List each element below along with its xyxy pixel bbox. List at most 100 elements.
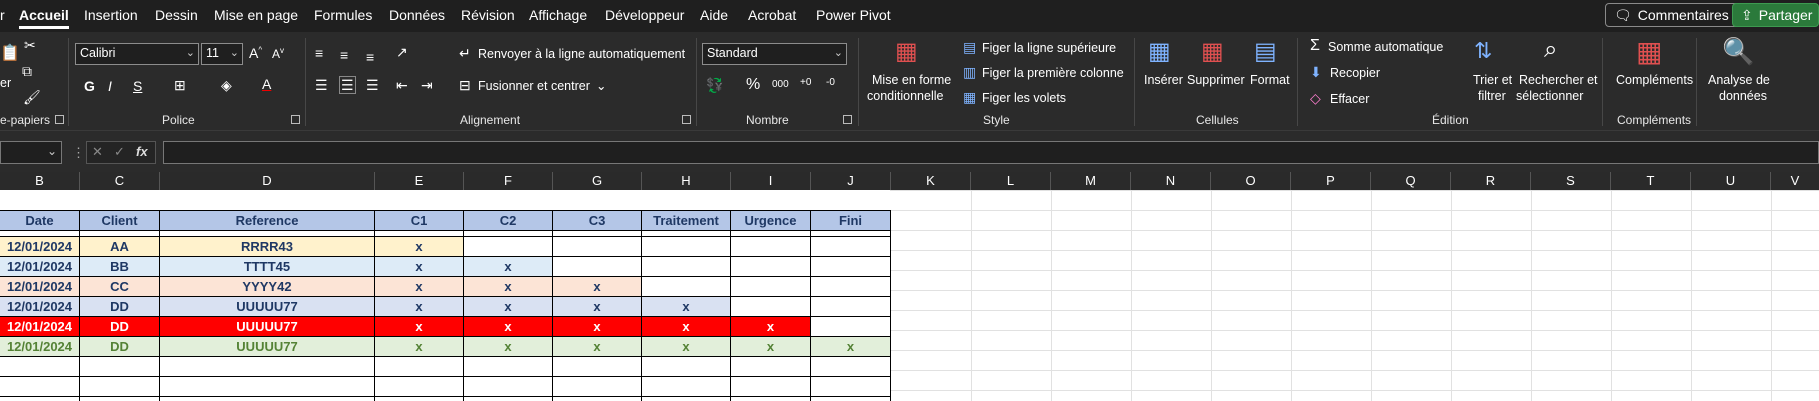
empty-cell[interactable] — [160, 357, 375, 377]
column-header-i[interactable]: I — [731, 172, 811, 190]
table-cell[interactable] — [464, 237, 553, 257]
table-cell[interactable]: x — [553, 317, 642, 337]
fill-color-icon[interactable]: ◈ — [221, 78, 232, 92]
column-header-m[interactable]: M — [1051, 172, 1131, 190]
insert-cells-button[interactable]: Insérer — [1144, 73, 1183, 87]
formula-bar-handle-icon[interactable]: ⋮ — [72, 145, 85, 161]
empty-cell[interactable] — [464, 357, 553, 377]
empty-cell[interactable] — [375, 377, 464, 397]
empty-cell[interactable] — [731, 397, 811, 401]
table-cell[interactable] — [553, 237, 642, 257]
empty-cell[interactable] — [80, 357, 160, 377]
column-header-q[interactable]: Q — [1371, 172, 1451, 190]
table-cell[interactable] — [811, 297, 891, 317]
decrease-font-icon[interactable]: Av — [272, 47, 284, 61]
insert-function-icon[interactable]: fx — [136, 144, 148, 159]
table-cell[interactable]: 12/01/2024 — [0, 317, 80, 337]
clear-button[interactable]: Effacer — [1330, 92, 1369, 106]
empty-cell[interactable] — [553, 377, 642, 397]
table-header-cell[interactable]: Urgence — [731, 210, 811, 231]
align-right-icon[interactable]: ☰ — [366, 78, 379, 92]
table-cell[interactable]: UUUUU77 — [160, 297, 375, 317]
table-cell[interactable] — [811, 317, 891, 337]
data-analysis-label-1[interactable]: Analyse de — [1708, 73, 1770, 87]
conditional-formatting-icon[interactable]: ▦ — [895, 40, 918, 64]
table-cell[interactable]: x — [464, 317, 553, 337]
column-header-s[interactable]: S — [1531, 172, 1611, 190]
table-header-cell[interactable]: C2 — [464, 210, 553, 231]
tab-insertion[interactable]: Insertion — [84, 7, 138, 23]
table-cell[interactable]: 12/01/2024 — [0, 337, 80, 357]
empty-cell[interactable] — [731, 377, 811, 397]
freeze-panes-icon[interactable]: ▦ — [963, 90, 976, 104]
table-cell[interactable]: x — [464, 337, 553, 357]
table-cell[interactable]: AA — [80, 237, 160, 257]
table-cell[interactable] — [731, 237, 811, 257]
find-select-label-1[interactable]: Rechercher et — [1519, 73, 1598, 87]
empty-cell[interactable] — [80, 377, 160, 397]
copy-icon[interactable]: ⧉ — [22, 64, 32, 78]
empty-cell[interactable] — [731, 357, 811, 377]
table-cell[interactable] — [731, 297, 811, 317]
table-cell[interactable]: 12/01/2024 — [0, 237, 80, 257]
decrease-decimal-icon[interactable]: -0 — [826, 78, 835, 88]
table-cell[interactable] — [553, 257, 642, 277]
tab-developpeur[interactable]: Développeur — [605, 7, 684, 23]
column-header-h[interactable]: H — [642, 172, 731, 190]
autosum-button[interactable]: Somme automatique — [1328, 40, 1443, 54]
table-cell[interactable]: DD — [80, 317, 160, 337]
table-cell[interactable]: YYYY42 — [160, 277, 375, 297]
table-header-cell[interactable]: C1 — [375, 210, 464, 231]
align-center-icon[interactable]: ☰ — [339, 76, 356, 94]
tab-power-pivot[interactable]: Power Pivot — [816, 7, 891, 23]
freeze-first-column-button[interactable]: Figer la première colonne — [982, 66, 1124, 80]
table-header-cell[interactable]: Reference — [160, 210, 375, 231]
sort-filter-label-2[interactable]: filtrer — [1478, 89, 1506, 103]
column-header-o[interactable]: O — [1211, 172, 1291, 190]
column-header-c[interactable]: C — [80, 172, 160, 190]
tab-mise-en-page[interactable]: Mise en page — [214, 7, 298, 23]
find-select-icon[interactable]: ⌕ — [1544, 38, 1557, 62]
percent-icon[interactable]: % — [746, 77, 760, 93]
delete-cells-button[interactable]: Supprimer — [1187, 73, 1245, 87]
table-cell[interactable]: x — [642, 297, 731, 317]
align-bottom-icon[interactable]: ≡ — [366, 50, 374, 64]
delete-cells-icon[interactable]: ▦ — [1201, 40, 1224, 64]
freeze-panes-button[interactable]: Figer les volets — [982, 91, 1066, 105]
share-button[interactable]: ⇪ Partager — [1732, 3, 1819, 27]
column-header-u[interactable]: U — [1691, 172, 1771, 190]
table-cell[interactable]: BB — [80, 257, 160, 277]
empty-cell[interactable] — [553, 397, 642, 401]
column-header-b[interactable]: B — [0, 172, 80, 190]
increase-font-icon[interactable]: A^ — [249, 46, 262, 60]
empty-cell[interactable] — [160, 397, 375, 401]
table-cell[interactable]: x — [642, 317, 731, 337]
table-cell[interactable]: x — [731, 317, 811, 337]
format-cells-icon[interactable]: ▤ — [1254, 40, 1277, 64]
table-cell[interactable]: x — [642, 337, 731, 357]
font-color-icon[interactable]: A — [262, 77, 271, 91]
number-launcher-icon[interactable] — [843, 115, 852, 124]
table-cell[interactable]: x — [731, 337, 811, 357]
column-header-r[interactable]: R — [1451, 172, 1531, 190]
empty-cell[interactable] — [464, 377, 553, 397]
orientation-icon[interactable]: ↗ — [396, 45, 408, 59]
comments-button[interactable]: 🗨 Commentaires — [1605, 3, 1750, 27]
empty-cell[interactable] — [0, 357, 80, 377]
sort-filter-label-1[interactable]: Trier et — [1473, 73, 1512, 87]
name-box[interactable]: ⌄ — [0, 141, 62, 164]
column-header-p[interactable]: P — [1291, 172, 1371, 190]
table-header-cell[interactable]: Client — [80, 210, 160, 231]
table-cell[interactable]: 12/01/2024 — [0, 277, 80, 297]
table-cell[interactable]: x — [553, 277, 642, 297]
table-cell[interactable]: x — [375, 257, 464, 277]
format-painter-icon[interactable]: 🖌 — [23, 90, 41, 104]
table-cell[interactable] — [642, 277, 731, 297]
table-cell[interactable]: UUUUU77 — [160, 337, 375, 357]
empty-cell[interactable] — [375, 357, 464, 377]
column-header-j[interactable]: J — [811, 172, 891, 190]
column-header-e[interactable]: E — [375, 172, 464, 190]
accounting-format-icon[interactable]: 💱 — [706, 78, 723, 92]
insert-cells-icon[interactable]: ▦ — [1148, 40, 1171, 64]
tab-acrobat[interactable]: Acrobat — [748, 7, 796, 23]
